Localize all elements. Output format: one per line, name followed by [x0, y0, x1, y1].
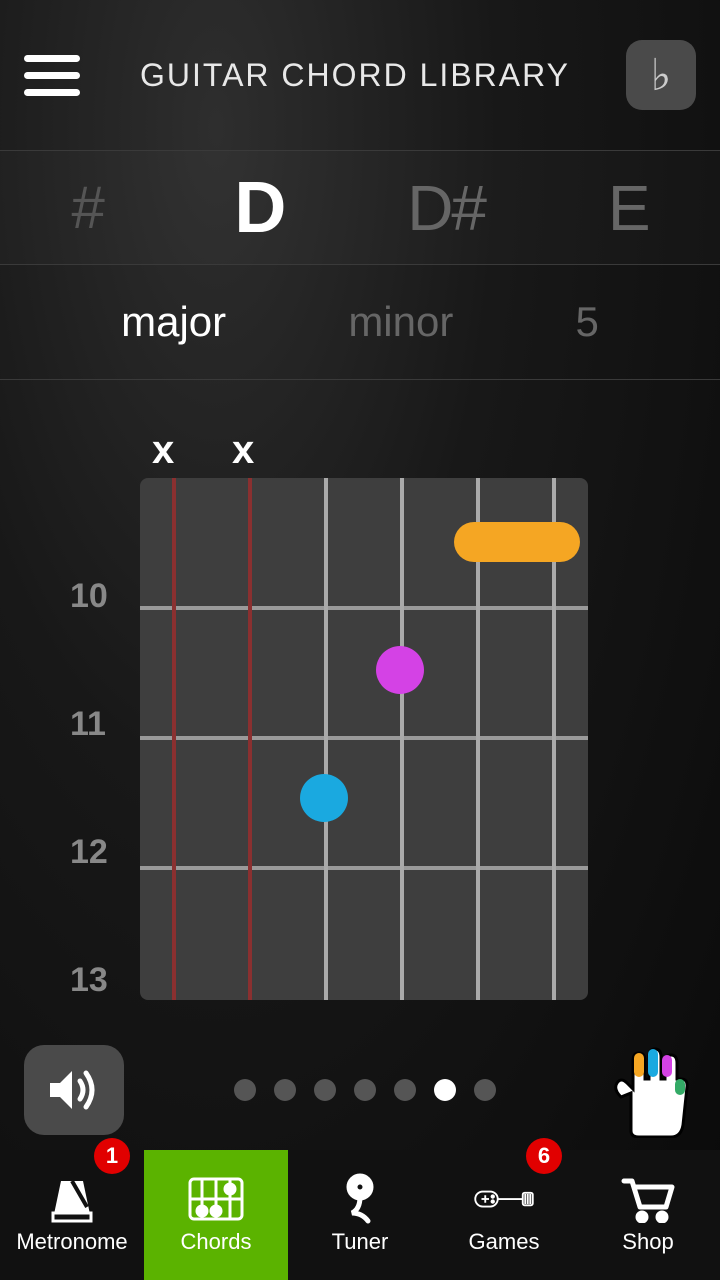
- tab-chords[interactable]: Chords: [144, 1150, 288, 1280]
- shop-icon: [618, 1175, 678, 1223]
- tab-label-chords: Chords: [181, 1229, 252, 1255]
- fret-label-12: 12: [70, 788, 108, 916]
- tab-label-tuner: Tuner: [332, 1229, 389, 1255]
- fret-label-11: 11: [70, 660, 108, 788]
- tab-games[interactable]: 6 Games: [432, 1150, 576, 1280]
- mute-x-1: x: [152, 428, 174, 473]
- metronome-icon: [42, 1175, 102, 1223]
- tab-label-metronome: Metronome: [16, 1229, 127, 1255]
- games-icon: [474, 1175, 534, 1223]
- tab-shop[interactable]: Shop: [576, 1150, 720, 1280]
- menu-button[interactable]: [24, 45, 84, 105]
- finger-barre: [454, 522, 580, 562]
- string-6: [172, 478, 176, 1000]
- page-dot-4[interactable]: [354, 1079, 376, 1101]
- fret-label-13: 13: [70, 916, 108, 1044]
- speaker-icon: [46, 1065, 102, 1115]
- fret-labels: 10 11 12 13: [70, 532, 108, 1044]
- tab-label-games: Games: [469, 1229, 540, 1255]
- flat-toggle-button[interactable]: ♭: [626, 40, 696, 110]
- chord-diagram-area: x x 10 11 12 13: [0, 380, 720, 1150]
- chord-type-selector[interactable]: major minor 5: [0, 265, 720, 380]
- chords-icon: [186, 1175, 246, 1223]
- bottom-tab-bar: 1 Metronome: [0, 1150, 720, 1280]
- string-5: [248, 478, 252, 1000]
- page-title: GUITAR CHORD LIBRARY: [140, 57, 570, 94]
- badge-metronome: 1: [94, 1138, 130, 1174]
- finger-dot-magenta: [376, 646, 424, 694]
- note-selector[interactable]: # D D# E: [0, 150, 720, 265]
- type-minor[interactable]: minor: [348, 298, 453, 346]
- page-dot-6[interactable]: [434, 1079, 456, 1101]
- string-3: [400, 478, 404, 1000]
- tab-tuner[interactable]: Tuner: [288, 1150, 432, 1280]
- play-sound-button[interactable]: [24, 1045, 124, 1135]
- top-bar: GUITAR CHORD LIBRARY ♭: [0, 0, 720, 150]
- type-major[interactable]: major: [121, 298, 226, 346]
- hand-icon: [611, 1043, 691, 1138]
- mute-indicators: x x: [152, 428, 254, 473]
- page-dot-3[interactable]: [314, 1079, 336, 1101]
- hand-position-button[interactable]: [606, 1040, 696, 1140]
- finger-dot-blue: [300, 774, 348, 822]
- page-dot-7[interactable]: [474, 1079, 496, 1101]
- string-4: [324, 478, 328, 1000]
- tab-metronome[interactable]: 1 Metronome: [0, 1150, 144, 1280]
- note-item-e[interactable]: E: [608, 171, 649, 245]
- note-item-dsharp[interactable]: D#: [407, 171, 485, 245]
- note-item-prev[interactable]: #: [71, 173, 111, 242]
- page-dot-2[interactable]: [274, 1079, 296, 1101]
- app-root: GUITAR CHORD LIBRARY ♭ # D D# E major mi…: [0, 0, 720, 1280]
- badge-games: 6: [526, 1138, 562, 1174]
- tab-label-shop: Shop: [622, 1229, 673, 1255]
- page-dot-1[interactable]: [234, 1079, 256, 1101]
- fretboard[interactable]: [140, 478, 588, 1000]
- type-5[interactable]: 5: [576, 298, 599, 346]
- page-dot-5[interactable]: [394, 1079, 416, 1101]
- chord-variant-pagination[interactable]: [234, 1079, 496, 1101]
- mute-x-2: x: [232, 428, 254, 473]
- diagram-controls: [0, 1040, 720, 1140]
- note-item-d[interactable]: D: [234, 167, 284, 249]
- fret-label-10: 10: [70, 532, 108, 660]
- tuner-icon: [330, 1175, 390, 1223]
- flat-icon: ♭: [651, 50, 672, 101]
